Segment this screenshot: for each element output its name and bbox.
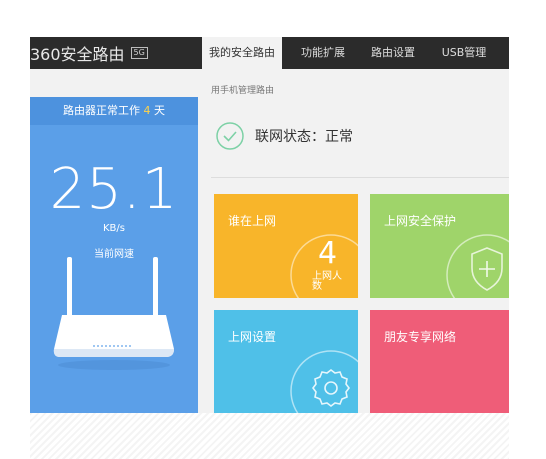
tile-security-protection[interactable]: 上网安全保护	[370, 194, 509, 298]
tab-router-settings[interactable]: 路由设置	[362, 37, 424, 69]
background-pattern	[30, 413, 509, 459]
uptime-value: 4	[143, 104, 151, 117]
speed-unit: KB/s	[103, 223, 125, 234]
tile-security-title: 上网安全保护	[384, 214, 457, 228]
tile-settings-title: 上网设置	[228, 330, 277, 344]
main-content: 用手机管理路由 联网状态：正常 谁在上网 4 上网人数 上网安全保护 上网设置 …	[198, 69, 509, 413]
uptime-header: 路由器正常工作 4 天	[30, 97, 198, 125]
router-illustration	[53, 257, 174, 370]
divider	[211, 177, 509, 178]
check-circle-icon	[216, 122, 244, 150]
speed-value: 25.1	[49, 157, 179, 222]
status-sidebar: 路由器正常工作 4 天 25.1 KB/s 当前网速	[30, 97, 198, 413]
tab-my-router[interactable]: 我的安全路由	[202, 37, 282, 69]
shield-plus-icon	[446, 234, 509, 298]
uptime-prefix: 路由器正常工作	[63, 104, 140, 117]
network-status: 联网状态：正常	[215, 121, 353, 151]
gear-icon	[290, 350, 358, 413]
router-admin-window: 360安全路由 5G 我的安全路由 功能扩展 路由设置 USB管理 路由器正常工…	[30, 37, 509, 413]
tile-who-online[interactable]: 谁在上网 4 上网人数	[214, 194, 358, 298]
online-count: 4	[318, 236, 338, 271]
network-status-text: 联网状态：正常	[255, 129, 353, 145]
tile-internet-settings[interactable]: 上网设置	[214, 310, 358, 413]
mobile-manage-link[interactable]: 用手机管理路由	[211, 83, 274, 96]
tile-friend-network[interactable]: 朋友专享网络	[370, 310, 509, 413]
logo: 360安全路由 5G	[30, 37, 198, 69]
logo-5g-badge: 5G	[130, 47, 148, 59]
top-navigation-bar: 360安全路由 5G 我的安全路由 功能扩展 路由设置 USB管理	[30, 37, 509, 69]
tile-who-online-title: 谁在上网	[228, 214, 277, 228]
tab-extensions[interactable]: 功能扩展	[292, 37, 354, 69]
logo-text: 360安全路由	[30, 45, 125, 64]
tab-usb-management[interactable]: USB管理	[434, 37, 494, 69]
uptime-unit: 天	[154, 104, 165, 117]
online-count-label: 上网人数	[312, 271, 342, 292]
tile-friend-network-title: 朋友专享网络	[384, 330, 457, 344]
